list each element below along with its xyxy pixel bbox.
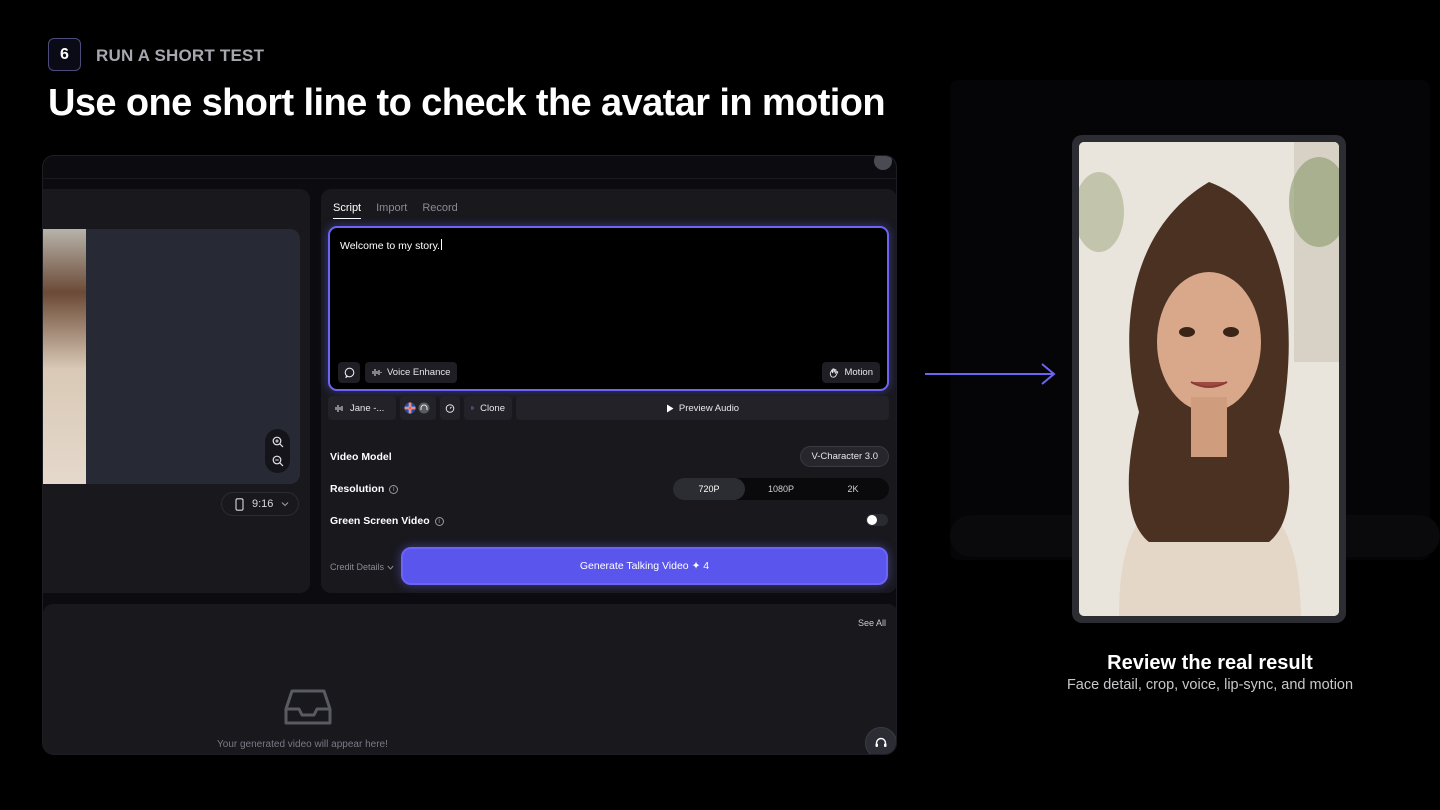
voice-controls: Jane -... Clone Preview Audio bbox=[328, 396, 889, 420]
hand-wave-icon bbox=[830, 368, 839, 378]
green-screen-label: Green Screen Video i bbox=[330, 515, 444, 527]
zoom-controls bbox=[265, 429, 290, 473]
tab-script[interactable]: Script bbox=[333, 202, 362, 219]
motion-button[interactable]: Motion bbox=[822, 362, 880, 383]
clone-button[interactable]: Clone bbox=[464, 396, 512, 420]
app-divider bbox=[43, 178, 896, 179]
video-model-select[interactable]: V-Character 3.0 bbox=[800, 446, 889, 467]
script-panel: Script Import Record Welcome to my story… bbox=[321, 189, 896, 593]
resolution-option-720p[interactable]: 720P bbox=[673, 478, 745, 500]
phone-icon bbox=[235, 497, 244, 511]
see-all-link[interactable]: See All bbox=[858, 618, 886, 628]
generate-video-button[interactable]: Generate Talking Video ✦ 4 bbox=[401, 547, 888, 585]
generate-label: Generate Talking Video ✦ 4 bbox=[579, 560, 710, 572]
support-button[interactable] bbox=[865, 727, 896, 754]
zoom-out-icon[interactable] bbox=[271, 454, 285, 468]
script-tabs: Script Import Record bbox=[333, 202, 458, 219]
headphones-icon bbox=[418, 402, 430, 414]
voice-enhance-label: Voice Enhance bbox=[387, 367, 451, 378]
credit-details-label: Credit Details bbox=[330, 562, 385, 572]
step-number-badge: 6 bbox=[48, 38, 81, 71]
video-model-text: Video Model bbox=[330, 451, 392, 463]
voice-name: Jane -... bbox=[350, 402, 385, 414]
page-headline: Use one short line to check the avatar i… bbox=[48, 82, 886, 124]
green-screen-toggle[interactable] bbox=[866, 514, 888, 526]
user-avatar[interactable] bbox=[874, 156, 892, 170]
waveform-icon bbox=[335, 404, 343, 412]
aspect-ratio-value: 9:16 bbox=[252, 498, 274, 510]
result-subtitle: Face detail, crop, voice, lip-sync, and … bbox=[1066, 677, 1354, 693]
result-avatar-image bbox=[1079, 142, 1339, 616]
preview-audio-label: Preview Audio bbox=[678, 402, 740, 414]
script-text: Welcome to my story. bbox=[340, 240, 440, 252]
toggle-knob bbox=[867, 515, 877, 525]
tab-record[interactable]: Record bbox=[422, 202, 457, 219]
speech-bubble-icon bbox=[344, 367, 354, 378]
info-icon[interactable]: i bbox=[389, 484, 399, 494]
play-icon bbox=[666, 404, 674, 412]
preview-panel: 9:16 bbox=[43, 189, 310, 593]
zoom-in-icon[interactable] bbox=[271, 435, 285, 449]
emoji-button[interactable] bbox=[338, 362, 360, 383]
avatar-preview-image bbox=[43, 229, 86, 484]
motion-label: Motion bbox=[844, 367, 873, 378]
green-screen-text: Green Screen Video bbox=[330, 515, 430, 527]
timer-icon bbox=[445, 404, 455, 413]
voice-enhance-button[interactable]: Voice Enhance bbox=[365, 362, 458, 383]
tab-import[interactable]: Import bbox=[376, 202, 407, 219]
clone-voice-icon bbox=[471, 406, 475, 410]
app-window: 9:16 Script Import Record Welcome to my … bbox=[42, 155, 897, 755]
arrow-right-icon bbox=[925, 363, 1056, 385]
uk-flag-icon bbox=[404, 402, 416, 414]
empty-state-text: Your generated video will appear here! bbox=[217, 739, 388, 750]
step-label: RUN A SHORT TEST bbox=[96, 46, 265, 65]
credit-details-toggle[interactable]: Credit Details bbox=[330, 562, 394, 572]
text-caret bbox=[440, 239, 442, 250]
resolution-option-1080p[interactable]: 1080P bbox=[745, 478, 817, 500]
result-title: Review the real result bbox=[1107, 652, 1313, 674]
script-text-wrapper: Welcome to my story. bbox=[340, 239, 442, 252]
result-phone-frame bbox=[1072, 135, 1346, 623]
headset-icon bbox=[875, 737, 887, 747]
clone-label: Clone bbox=[480, 402, 505, 414]
avatar-preview bbox=[43, 229, 300, 484]
script-input[interactable]: Welcome to my story. Voice Enhance Motio… bbox=[328, 226, 889, 391]
generated-videos-panel: See All Your generated video will appear… bbox=[43, 604, 896, 754]
waveform-icon bbox=[372, 369, 382, 376]
resolution-label: Resolution i bbox=[330, 483, 399, 495]
avatar-portrait bbox=[1079, 142, 1339, 616]
voice-select[interactable]: Jane -... bbox=[328, 396, 396, 420]
info-icon[interactable]: i bbox=[434, 516, 444, 526]
speed-button[interactable] bbox=[440, 396, 460, 420]
preview-audio-button[interactable]: Preview Audio bbox=[516, 396, 889, 420]
video-model-label: Video Model bbox=[330, 451, 392, 463]
empty-inbox-icon bbox=[284, 689, 332, 725]
resolution-selector: 720P 1080P 2K bbox=[673, 478, 889, 500]
aspect-ratio-select[interactable]: 9:16 bbox=[221, 492, 299, 516]
chevron-down-icon bbox=[387, 565, 394, 570]
chevron-down-icon bbox=[282, 502, 289, 507]
resolution-option-2k[interactable]: 2K bbox=[817, 478, 889, 500]
resolution-text: Resolution bbox=[330, 483, 385, 495]
voice-flags[interactable] bbox=[400, 396, 436, 420]
